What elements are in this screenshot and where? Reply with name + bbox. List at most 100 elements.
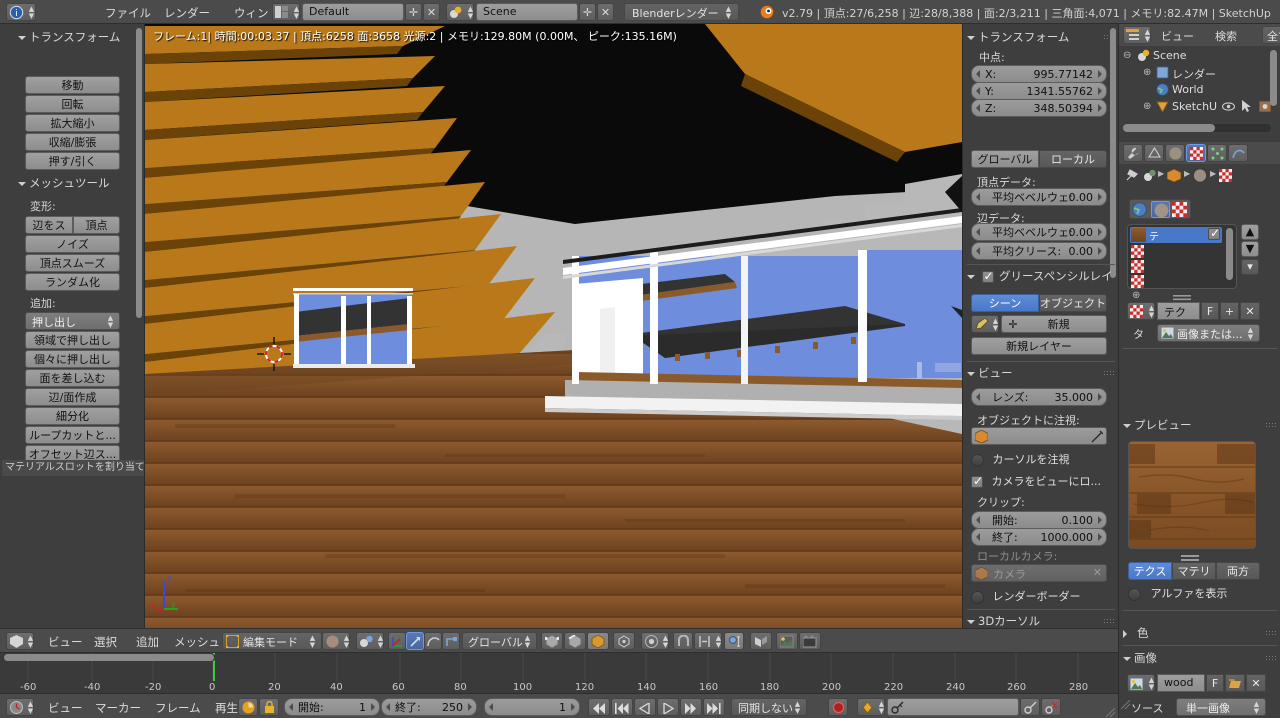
snap-magnet-button[interactable]: [673, 632, 693, 650]
slot-list-grip[interactable]: [1173, 291, 1191, 301]
render-preview-button[interactable]: [776, 632, 798, 650]
jump-to-next-keyframe-button[interactable]: [680, 698, 702, 716]
scene-name-field[interactable]: Scene: [476, 3, 578, 21]
image-browse-icon[interactable]: ▲ ▼: [1127, 674, 1155, 692]
grease-tab-object[interactable]: オブジェクト: [1039, 294, 1107, 312]
lock-time-button[interactable]: [259, 698, 279, 716]
frame-start-field[interactable]: 開始: 1: [284, 698, 380, 716]
viewport-3d[interactable]: フレーム:1| 時間:00:03.37 | 頂点:6258 面:3658 光源:…: [145, 24, 962, 628]
tool-vertex-slide[interactable]: 頂点: [73, 216, 120, 234]
material-icon[interactable]: [1193, 169, 1207, 185]
auto-keyframe-button[interactable]: [828, 698, 848, 716]
context-texture-icon[interactable]: [1172, 202, 1187, 220]
outliner-vscrollbar[interactable]: [1270, 50, 1277, 106]
menu-render[interactable]: レンダー: [164, 5, 210, 21]
lens-field[interactable]: レンズ: 35.000: [971, 388, 1107, 406]
grease-brush-icon[interactable]: ▲ ▼: [971, 315, 999, 333]
proportional-edit-select[interactable]: ▲ ▼: [641, 632, 669, 650]
timeline-hscrollbar[interactable]: [4, 654, 1114, 661]
npanel-view-header[interactable]: ビュー: [967, 365, 1115, 381]
close-icon[interactable]: ✕: [1093, 566, 1102, 579]
screen-layout-field[interactable]: Default: [302, 3, 404, 21]
texture-remove-button[interactable]: ✕: [1240, 302, 1260, 320]
panel-colors-header[interactable]: 色: [1123, 625, 1277, 641]
menu-file[interactable]: ファイル: [105, 5, 151, 21]
occlude-geometry-button[interactable]: [750, 632, 772, 650]
render-opengl-button[interactable]: [799, 632, 821, 650]
slot-list-add-icon[interactable]: ⊕: [1132, 290, 1140, 301]
slot-enabled-checkbox[interactable]: [1208, 226, 1220, 240]
grease-new-layer-button[interactable]: 新規レイヤー: [971, 337, 1107, 355]
rotate-manipulator-button[interactable]: [424, 632, 442, 650]
texture-slot-row[interactable]: [1130, 244, 1222, 259]
npanel-grease-header[interactable]: グリースペンシルレイ: [967, 268, 1115, 284]
scene-icon[interactable]: [1143, 169, 1157, 185]
outliner-menu-view[interactable]: ビュー: [1161, 28, 1194, 44]
tool-extrude-region[interactable]: 領域で押し出し: [25, 331, 120, 349]
grease-enable-checkbox[interactable]: [981, 269, 994, 283]
viewport-shading-icon[interactable]: ▲ ▼: [322, 632, 350, 650]
insert-keyframe-button[interactable]: [1020, 698, 1040, 716]
timeline-editor-type-icon[interactable]: ▲ ▼: [6, 698, 34, 716]
use-preview-range-button[interactable]: [238, 698, 258, 716]
panel-transform-header[interactable]: トランスフォーム: [18, 29, 130, 45]
slot-list-scrollbar[interactable]: [1226, 228, 1233, 280]
frame-end-field[interactable]: 終了: 250: [381, 698, 477, 716]
play-button[interactable]: [657, 698, 679, 716]
tool-noise[interactable]: ノイズ: [25, 235, 120, 253]
collapse-icon[interactable]: ⊖: [1123, 50, 1131, 61]
show-alpha-row[interactable]: アルファを表示: [1128, 585, 1268, 601]
image-unlink-button[interactable]: ✕: [1246, 674, 1266, 692]
tool-inset-faces[interactable]: 面を差し込む: [25, 369, 120, 387]
context-material-icon[interactable]: [1151, 201, 1170, 218]
outliner-filter-dropdown[interactable]: 全ての: [1262, 26, 1280, 59]
viewport-menu-view[interactable]: ビュー: [48, 634, 83, 650]
face-select-button[interactable]: [587, 632, 609, 650]
tool-smooth-vertex[interactable]: 頂点スムーズ: [25, 254, 120, 272]
panel-image-header[interactable]: 画像: [1123, 650, 1277, 666]
eye-icon[interactable]: [1221, 101, 1236, 115]
tool-extrude-individual[interactable]: 個々に押し出し: [25, 350, 120, 368]
viewport-menu-select[interactable]: 選択: [94, 634, 117, 650]
delete-keyframe-button[interactable]: [1041, 698, 1061, 716]
jump-to-prev-keyframe-button[interactable]: [611, 698, 633, 716]
grease-tab-scene[interactable]: シーン: [971, 294, 1039, 312]
space-local-button[interactable]: ローカル: [1039, 150, 1107, 168]
image-fake-user-button[interactable]: F: [1206, 674, 1224, 692]
edge-bevel-weight-field[interactable]: 平均ベベルウェ: 0.00: [971, 223, 1107, 241]
preview-tab-material[interactable]: マテリ: [1172, 562, 1216, 580]
timeline-resize-corner[interactable]: [1105, 707, 1116, 718]
median-x-field[interactable]: X: 995.77142: [971, 65, 1107, 83]
tool-move[interactable]: 移動: [25, 76, 120, 94]
texture-name-field[interactable]: テク: [1157, 302, 1200, 320]
render-border-checkbox[interactable]: [971, 590, 984, 604]
tool-scale[interactable]: 拡大縮小: [25, 114, 120, 132]
tool-loop-cut[interactable]: ループカットと...: [25, 426, 120, 444]
timeline-menu-view[interactable]: ビュー: [48, 700, 83, 716]
grease-new-button[interactable]: ✛ 新規: [1001, 315, 1107, 333]
edge-crease-field[interactable]: 平均クリース: 0.00: [971, 242, 1107, 260]
texture-icon[interactable]: [1219, 169, 1232, 185]
preview-panel-title-row[interactable]: プレビュー: [1123, 417, 1277, 433]
snap-element-select[interactable]: ▲ ▼: [694, 632, 722, 650]
tool-shelf-scrollbar[interactable]: [136, 28, 142, 318]
vertex-bevel-weight-field[interactable]: 平均ベベルウェ: 0.00: [971, 188, 1107, 206]
texture-type-dropdown[interactable]: 画像または... ▲ ▼: [1157, 324, 1260, 342]
expand-icon[interactable]: ⊕: [1143, 101, 1151, 112]
npanel-transform-header[interactable]: トランスフォーム: [967, 29, 1115, 45]
mode-select[interactable]: 編集モード ▲ ▼: [222, 632, 322, 650]
tab-texture-icon[interactable]: [1186, 144, 1206, 162]
slot-menu-button[interactable]: ▾: [1241, 259, 1259, 275]
translate-manipulator-button[interactable]: [406, 632, 424, 650]
lock-camera-row[interactable]: カメラをビューにロ...: [971, 473, 1111, 489]
preview-tab-texture[interactable]: テクス: [1128, 562, 1172, 580]
keying-set-icon[interactable]: ▲ ▼: [857, 698, 885, 716]
context-world-icon[interactable]: [1132, 202, 1147, 220]
tab-modifier-icon[interactable]: [1228, 144, 1248, 162]
panel-meshtools-header[interactable]: メッシュツール: [18, 175, 130, 191]
scene-browse-icon[interactable]: ▲ ▼: [446, 3, 474, 21]
outliner-editor-type-icon[interactable]: ▲ ▼: [1123, 26, 1151, 44]
tool-make-edge-face[interactable]: 辺/面作成: [25, 388, 120, 406]
tab-wrench-icon[interactable]: [1123, 144, 1143, 162]
timeline-menu-playback[interactable]: 再生: [215, 700, 238, 716]
